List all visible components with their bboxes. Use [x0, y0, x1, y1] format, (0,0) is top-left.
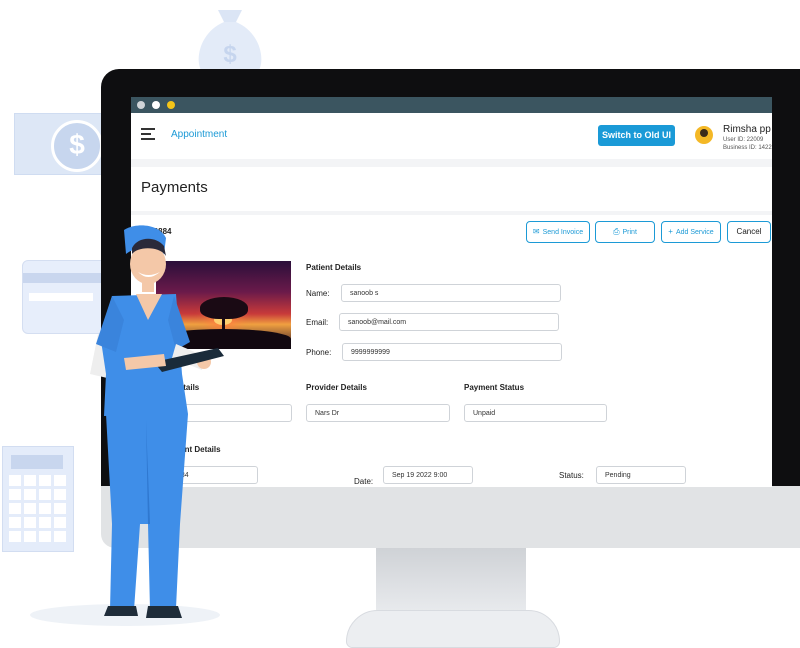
date-field[interactable]: Sep 19 2022 9:00: [383, 466, 473, 484]
print-label: Print: [622, 229, 637, 236]
status-label: Status:: [559, 471, 584, 480]
email-field[interactable]: sanoob@mail.com: [339, 313, 559, 331]
switch-old-ui-button[interactable]: Switch to Old UI: [598, 125, 675, 146]
name-field[interactable]: sanoob s: [341, 284, 561, 302]
calculator-icon: [2, 446, 74, 552]
add-service-label: Add Service: [675, 229, 714, 236]
window-titlebar: [131, 97, 772, 113]
appointment-link[interactable]: Appointment: [171, 129, 227, 140]
avatar[interactable]: [695, 126, 713, 144]
business-id: Business ID: 1422: [723, 145, 772, 151]
menu-icon[interactable]: [141, 128, 155, 140]
status-field[interactable]: Pending: [596, 466, 686, 484]
window-dot-icon[interactable]: [167, 101, 175, 109]
plus-icon: +: [668, 227, 673, 236]
cancel-button[interactable]: Cancel: [727, 221, 771, 243]
payment-status-field[interactable]: Unpaid: [464, 404, 607, 422]
add-service-button[interactable]: + Add Service: [661, 221, 721, 243]
app-header: Appointment Switch to Old UI Rimsha pp U…: [131, 113, 772, 159]
send-invoice-button[interactable]: ✉ Send Invoice: [526, 221, 590, 243]
date-label: Date:: [354, 477, 374, 486]
user-name: Rimsha pp: [723, 124, 771, 135]
monitor-stand-neck: [376, 548, 526, 614]
window-dot-icon[interactable]: [152, 101, 160, 109]
window-dot-icon[interactable]: [137, 101, 145, 109]
nurse-illustration: [90, 225, 224, 618]
printer-icon: ⎙: [613, 227, 620, 236]
name-label: Name:: [306, 289, 330, 298]
send-invoice-label: Send Invoice: [542, 229, 584, 236]
mail-icon: ✉: [532, 227, 540, 236]
svg-text:$: $: [223, 41, 237, 68]
provider-field[interactable]: Nars Dr: [306, 404, 450, 422]
monitor-stand-base: [346, 610, 560, 648]
provider-details-heading: Provider Details: [306, 383, 367, 392]
page-title: Payments: [141, 179, 208, 196]
phone-field[interactable]: 9999999999: [342, 343, 562, 361]
payment-status-heading: Payment Status: [464, 383, 525, 392]
user-id: User ID: 22009: [723, 137, 764, 143]
phone-label: Phone:: [306, 348, 332, 357]
page-header: Payments: [131, 167, 772, 211]
email-label: Email:: [306, 318, 329, 327]
user-ids: User ID: 22009 Business ID: 1422: [723, 136, 772, 152]
print-button[interactable]: ⎙ Print: [595, 221, 655, 243]
patient-details-heading: Patient Details: [306, 263, 362, 272]
money-bag-icon: $: [198, 10, 262, 72]
